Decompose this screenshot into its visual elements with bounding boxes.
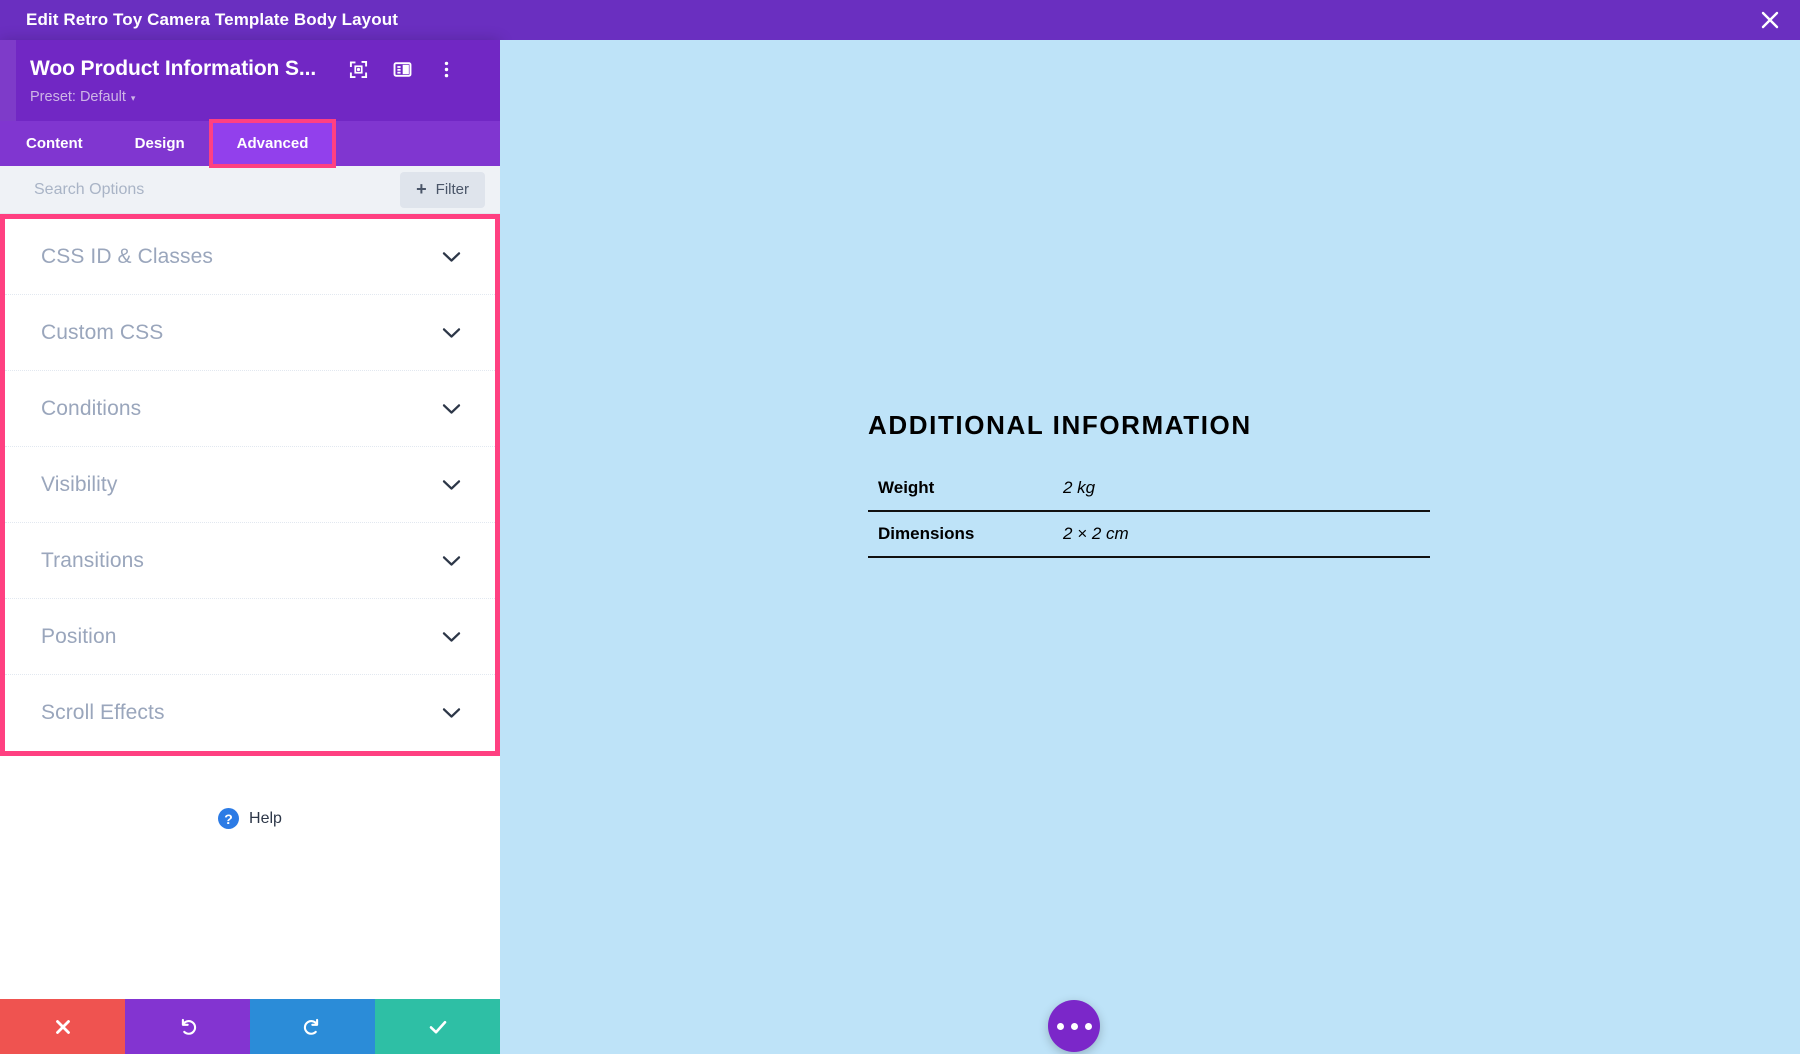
- cancel-button[interactable]: [0, 999, 125, 1054]
- plus-icon: +: [416, 178, 427, 199]
- attribute-key: Weight: [868, 466, 1053, 512]
- search-input[interactable]: [34, 180, 401, 199]
- product-attributes-table: Weight 2 kg Dimensions 2 × 2 cm: [868, 466, 1430, 558]
- focus-target-button[interactable]: [336, 54, 380, 84]
- woo-product-information-module[interactable]: ADDITIONAL INFORMATION Weight 2 kg Dimen…: [868, 410, 1430, 558]
- check-icon: [429, 1020, 446, 1033]
- save-button[interactable]: [375, 999, 500, 1054]
- panel-layout-button[interactable]: [380, 54, 424, 84]
- accordion-label: Position: [41, 624, 117, 648]
- tab-content[interactable]: Content: [0, 121, 109, 166]
- chevron-down-icon: [442, 555, 461, 567]
- window-title: Edit Retro Toy Camera Template Body Layo…: [26, 10, 398, 29]
- filter-button[interactable]: + Filter: [400, 171, 485, 208]
- chevron-down-icon: [442, 251, 461, 263]
- table-row: Dimensions 2 × 2 cm: [868, 511, 1430, 558]
- attribute-value: 2 kg: [1053, 466, 1430, 512]
- redo-button[interactable]: [250, 999, 375, 1054]
- settings-tabs: Content Design Advanced: [0, 119, 500, 168]
- module-settings-header: Woo Product Information S... Preset: Def…: [0, 40, 500, 121]
- attribute-key: Dimensions: [868, 511, 1053, 558]
- dot-icon: [1070, 1022, 1078, 1030]
- chevron-down-icon: [442, 327, 461, 339]
- dot-icon: [1056, 1022, 1064, 1030]
- settings-action-bar: [0, 999, 500, 1054]
- close-icon: [1761, 11, 1779, 29]
- accordion-label: Conditions: [41, 396, 142, 420]
- more-options-button[interactable]: [424, 54, 468, 84]
- preset-label: Preset: Default: [30, 89, 126, 105]
- accordion-scroll-effects[interactable]: Scroll Effects: [5, 675, 495, 751]
- chevron-down-icon: [442, 631, 461, 643]
- undo-button[interactable]: [125, 999, 250, 1054]
- product-info-heading: ADDITIONAL INFORMATION: [868, 410, 1252, 440]
- close-icon: [55, 1019, 70, 1034]
- search-bar: + Filter: [0, 166, 500, 214]
- accordion-label: Scroll Effects: [41, 701, 165, 724]
- accordion-position[interactable]: Position: [5, 599, 495, 675]
- chevron-down-icon: [442, 403, 461, 415]
- undo-icon: [181, 1018, 197, 1035]
- accordion-label: Transitions: [41, 548, 145, 572]
- accordion-custom-css[interactable]: Custom CSS: [5, 295, 495, 371]
- accordion-transitions[interactable]: Transitions: [5, 523, 495, 599]
- accordion-conditions[interactable]: Conditions: [5, 371, 495, 447]
- module-header-icons: [336, 54, 468, 84]
- table-row: Weight 2 kg: [868, 466, 1430, 512]
- help-label: Help: [249, 809, 282, 827]
- module-settings-panel: Woo Product Information S... Preset: Def…: [0, 40, 500, 1054]
- focus-target-icon: [349, 60, 367, 78]
- tab-advanced[interactable]: Advanced: [208, 119, 337, 168]
- attribute-value: 2 × 2 cm: [1053, 511, 1430, 558]
- accordion-visibility[interactable]: Visibility: [5, 447, 495, 523]
- advanced-options-group: CSS ID & Classes Custom CSS Conditions V…: [0, 214, 500, 756]
- dot-icon: [1084, 1022, 1092, 1030]
- accordion-css-id-classes[interactable]: CSS ID & Classes: [5, 219, 495, 295]
- panel-footer-area: ? Help: [0, 756, 500, 999]
- close-button[interactable]: [1740, 0, 1800, 40]
- accordion-label: Custom CSS: [41, 320, 164, 344]
- module-title: Woo Product Information S...: [30, 57, 317, 80]
- help-link[interactable]: ? Help: [0, 808, 500, 829]
- help-icon: ?: [218, 808, 240, 829]
- preset-selector[interactable]: Preset: Default ▾: [30, 89, 135, 105]
- accordion-label: Visibility: [41, 472, 118, 496]
- filter-button-label: Filter: [435, 181, 469, 198]
- more-vertical-icon: [444, 61, 448, 77]
- window-title-bar: Edit Retro Toy Camera Template Body Layo…: [0, 0, 1800, 40]
- chevron-down-icon: [442, 479, 461, 491]
- tab-design[interactable]: Design: [109, 121, 211, 166]
- redo-icon: [303, 1018, 319, 1035]
- page-preview-canvas: ADDITIONAL INFORMATION Weight 2 kg Dimen…: [500, 40, 1800, 1054]
- chevron-down-icon: [442, 707, 461, 719]
- chevron-down-icon: ▾: [130, 92, 136, 103]
- layout-panel-icon: [393, 61, 412, 77]
- accordion-label: CSS ID & Classes: [41, 244, 213, 268]
- more-options-fab[interactable]: [1048, 1000, 1100, 1052]
